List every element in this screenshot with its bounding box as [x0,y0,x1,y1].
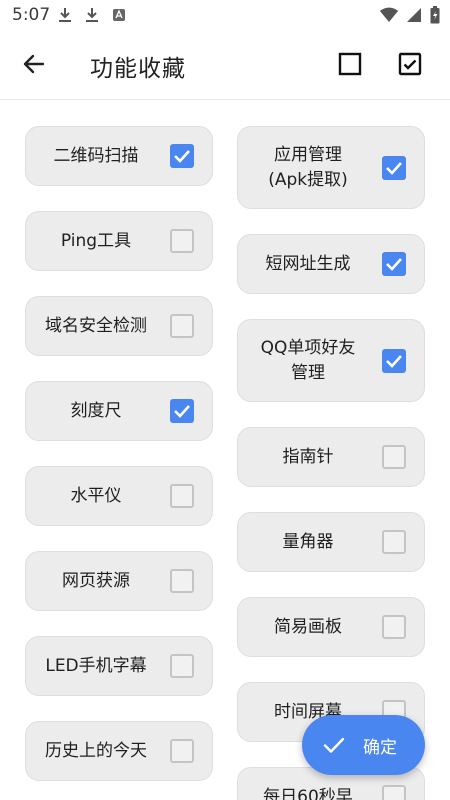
select-all-button[interactable] [396,52,424,80]
confirm-label: 确定 [363,738,397,758]
page-title: 功能收藏 [90,56,186,82]
checkbox-empty-icon [338,52,362,80]
feature-card-qq-friends[interactable]: QQ单项好友 管理 [237,319,425,402]
feature-checkbox[interactable] [170,229,194,253]
feature-card-app-manager[interactable]: 应用管理 (Apk提取) [237,126,425,209]
arrow-left-icon [22,52,46,80]
download-icon [58,7,72,23]
card-label: 应用管理 (Apk提取) [268,144,348,190]
feature-checkbox[interactable] [170,144,194,168]
download-icon [85,7,99,23]
feature-card-ping[interactable]: Ping工具 [25,211,213,271]
feature-card-protractor[interactable]: 量角器 [237,512,425,572]
card-label: 二维码扫描 [53,145,139,166]
feature-card-led-subtitle[interactable]: LED手机字幕 [25,636,213,696]
feature-checkbox[interactable] [382,785,406,800]
feature-checkbox[interactable] [170,399,194,423]
card-label: 网页获源 [62,570,130,591]
feature-checkbox[interactable] [382,530,406,554]
feature-checkbox[interactable] [170,484,194,508]
feature-checkbox[interactable] [170,654,194,678]
feature-card-page-source[interactable]: 网页获源 [25,551,213,611]
status-bar: 5:07 [0,0,450,30]
feature-card-level[interactable]: 水平仪 [25,466,213,526]
card-label: 量角器 [282,531,334,552]
feature-checkbox[interactable] [170,569,194,593]
feature-card-drawing-board[interactable]: 简易画板 [237,597,425,657]
feature-checkbox[interactable] [382,155,406,180]
card-label: 指南针 [282,446,334,467]
battery-icon [430,6,440,28]
feature-card-today-in-history[interactable]: 历史上的今天 [25,721,213,781]
card-label: LED手机字幕 [45,655,147,676]
card-label: 水平仪 [70,485,122,506]
check-icon [322,733,346,761]
feature-checkbox[interactable] [382,615,406,639]
feature-card-qrcode[interactable]: 二维码扫描 [25,126,213,186]
feature-card-domain-check[interactable]: 域名安全检测 [25,296,213,356]
feature-checkbox[interactable] [382,445,406,469]
card-label: 刻度尺 [70,400,122,421]
card-label: Ping工具 [60,230,132,251]
signal-icon [406,7,422,27]
status-time: 5:07 [12,5,51,25]
app-bar: 功能收藏 [0,30,450,100]
feature-checkbox[interactable] [170,739,194,763]
back-button[interactable] [18,50,50,82]
feature-checkbox[interactable] [382,348,406,373]
confirm-button[interactable]: 确定 [302,715,425,775]
card-label: QQ单项好友 管理 [260,337,356,383]
feature-checkbox[interactable] [382,252,406,276]
card-label: 简易画板 [274,616,342,637]
card-label: 历史上的今天 [45,740,147,761]
checkbox-checked-icon [398,52,422,80]
deselect-all-button[interactable] [336,52,364,80]
feature-checkbox[interactable] [170,314,194,338]
card-label: 短网址生成 [265,253,351,274]
feature-card-ruler[interactable]: 刻度尺 [25,381,213,441]
card-label: 域名安全检测 [45,315,147,336]
feature-card-compass[interactable]: 指南针 [237,427,425,487]
wifi-icon [380,7,398,27]
feature-card-short-url[interactable]: 短网址生成 [237,234,425,294]
app-notification-icon [112,7,126,23]
